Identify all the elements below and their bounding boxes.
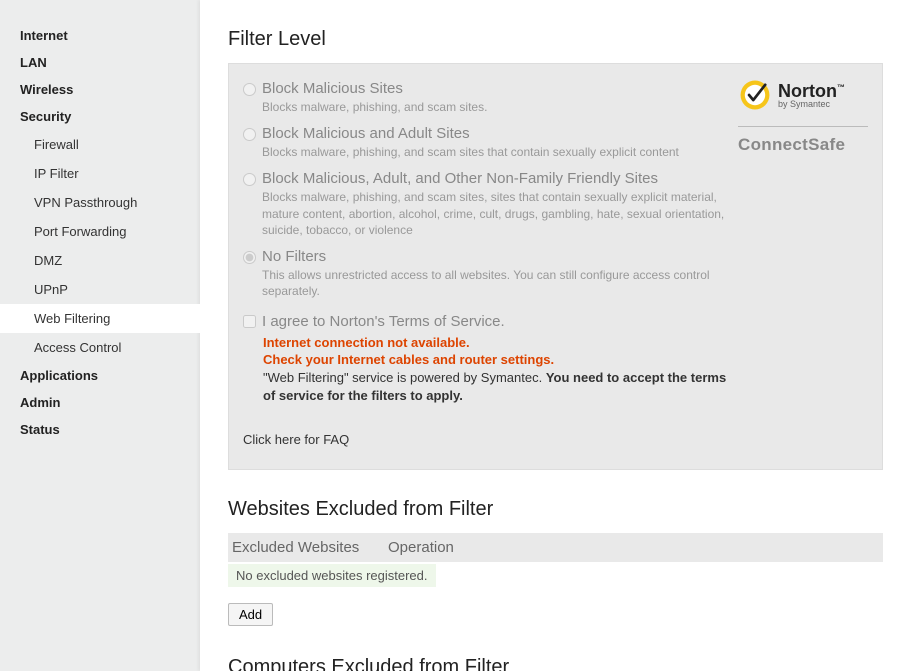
filter-option-desc-0: Blocks malware, phishing, and scam sites…: [262, 99, 732, 115]
filter-radio-2[interactable]: [243, 173, 256, 186]
norton-logo-area: Norton™ by Symantec ConnectSafe: [738, 78, 868, 155]
sidebar-sub-web-filtering[interactable]: Web Filtering: [0, 304, 201, 333]
sidebar-sub-vpn-passthrough[interactable]: VPN Passthrough: [0, 188, 200, 217]
sidebar-item-security[interactable]: Security: [0, 103, 200, 130]
error-no-internet: Internet connection not available.: [263, 335, 732, 352]
sidebar-item-status[interactable]: Status: [0, 416, 200, 443]
excluded-websites-col1: Excluded Websites: [232, 539, 378, 556]
excluded-websites-header-row: Excluded Websites Operation: [228, 533, 883, 562]
excluded-websites-empty: No excluded websites registered.: [228, 564, 436, 587]
agree-terms-checkbox[interactable]: [243, 315, 256, 328]
excluded-websites-heading: Websites Excluded from Filter: [228, 498, 883, 521]
sidebar-sub-ip-filter[interactable]: IP Filter: [0, 159, 200, 188]
excluded-websites-table: Excluded Websites Operation No excluded …: [228, 533, 883, 587]
logo-divider: [738, 126, 868, 127]
filter-option-block-malicious[interactable]: Block Malicious Sites: [243, 80, 403, 97]
agree-terms-row[interactable]: I agree to Norton's Terms of Service.: [243, 313, 505, 330]
norton-logo: Norton™ by Symantec: [738, 78, 868, 112]
sidebar-sub-firewall[interactable]: Firewall: [0, 130, 200, 159]
sidebar-item-lan[interactable]: LAN: [0, 49, 200, 76]
main-content: Filter Level Norton™ by Symantec Connect…: [200, 0, 911, 671]
add-excluded-website-button[interactable]: Add: [228, 603, 273, 626]
excluded-computers-heading: Computers Excluded from Filter: [228, 656, 883, 671]
sidebar-item-wireless[interactable]: Wireless: [0, 76, 200, 103]
sidebar: Internet LAN Wireless Security Firewall …: [0, 0, 200, 671]
filter-option-desc-2: Blocks malware, phishing, and scam sites…: [262, 189, 732, 238]
sidebar-item-internet[interactable]: Internet: [0, 22, 200, 49]
filter-radio-3[interactable]: [243, 251, 256, 264]
filter-option-desc-3: This allows unrestricted access to all w…: [262, 267, 732, 299]
sidebar-item-admin[interactable]: Admin: [0, 389, 200, 416]
filter-option-no-filters[interactable]: No Filters: [243, 248, 326, 265]
sidebar-item-applications[interactable]: Applications: [0, 362, 200, 389]
connectsafe-label: ConnectSafe: [738, 135, 868, 155]
filter-option-block-adult[interactable]: Block Malicious and Adult Sites: [243, 125, 470, 142]
powered-by-text: "Web Filtering" service is powered by Sy…: [263, 369, 732, 404]
norton-wordmark: Norton™ by Symantec: [778, 82, 845, 109]
filter-radio-0[interactable]: [243, 83, 256, 96]
filter-option-block-nonfamily[interactable]: Block Malicious, Adult, and Other Non-Fa…: [243, 170, 658, 187]
norton-check-icon: [738, 78, 772, 112]
filter-level-panel: Norton™ by Symantec ConnectSafe Block Ma…: [228, 63, 883, 470]
excluded-websites-col2: Operation: [388, 539, 879, 556]
sidebar-sub-port-forwarding[interactable]: Port Forwarding: [0, 217, 200, 246]
sidebar-sub-upnp[interactable]: UPnP: [0, 275, 200, 304]
sidebar-sub-dmz[interactable]: DMZ: [0, 246, 200, 275]
filter-radio-1[interactable]: [243, 128, 256, 141]
sidebar-sub-access-control[interactable]: Access Control: [0, 333, 200, 362]
error-check-cables: Check your Internet cables and router se…: [263, 352, 732, 369]
filter-level-heading: Filter Level: [228, 28, 883, 51]
filter-option-desc-1: Blocks malware, phishing, and scam sites…: [262, 144, 732, 160]
faq-link[interactable]: Click here for FAQ: [243, 432, 732, 447]
